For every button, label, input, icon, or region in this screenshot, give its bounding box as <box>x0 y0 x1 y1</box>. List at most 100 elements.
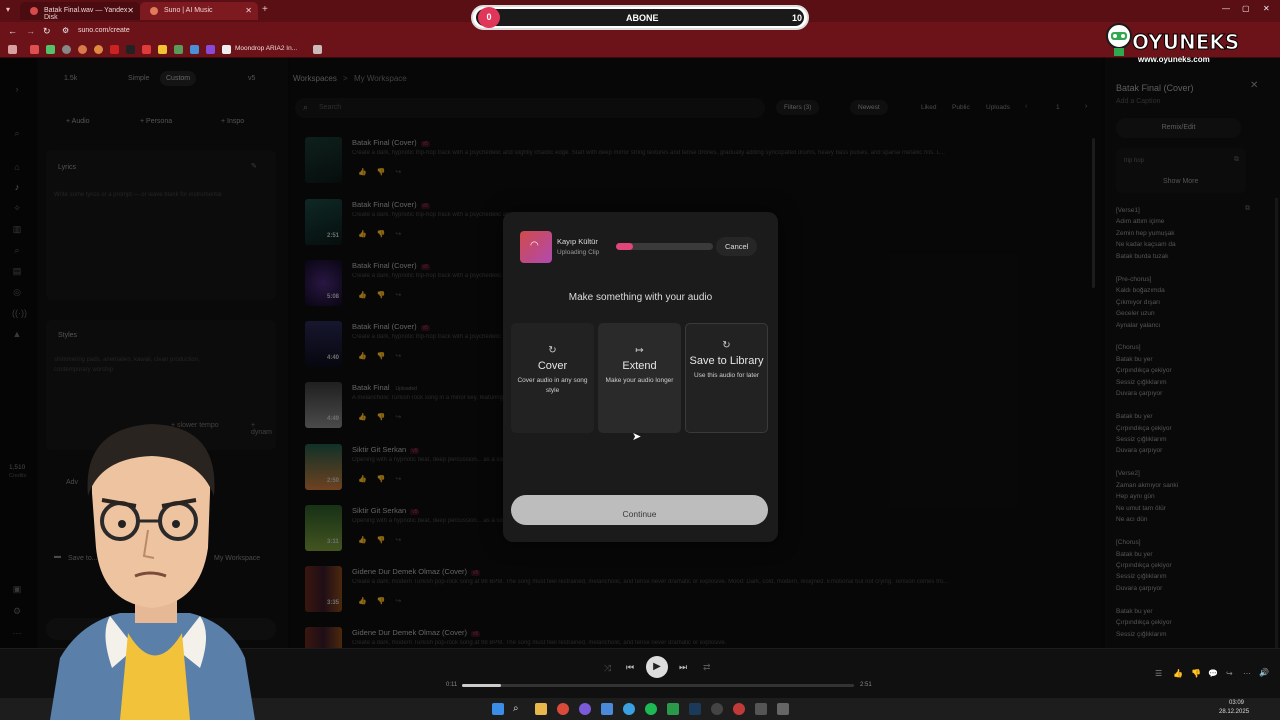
elapsed-time: 0:11 <box>446 682 458 688</box>
watermark-brand: OYUNEKS <box>1131 30 1240 55</box>
close-tab-icon[interactable]: ✕ <box>245 6 252 15</box>
watermark-site: www.oyuneks.com <box>1138 55 1210 64</box>
like-icon[interactable]: 👍 <box>1173 669 1183 678</box>
robot-logo-icon <box>1106 23 1132 56</box>
cancel-button[interactable]: Cancel <box>716 237 758 256</box>
option-description: Use this audio for later <box>693 372 760 379</box>
upload-progress-fill <box>616 243 634 250</box>
option-title: Cover <box>537 360 568 372</box>
telegram-icon[interactable] <box>623 703 635 715</box>
subscribe-banner: 0 ABONE 10 <box>471 5 809 30</box>
shuffle-icon[interactable]: ⤨ <box>604 663 611 674</box>
bookmark-icon[interactable] <box>142 45 151 54</box>
comment-icon[interactable]: 💬 <box>1208 669 1218 678</box>
bookmark-icon[interactable] <box>46 45 55 54</box>
bookmarks-bar: Moondrop ARIA2 In... <box>0 41 1280 58</box>
close-tab-icon[interactable]: ✕ <box>127 6 134 15</box>
banner-bar: 0 ABONE 10 <box>476 7 804 28</box>
app-icon[interactable] <box>777 703 789 715</box>
site-info-icon[interactable]: ⚙ <box>62 26 69 35</box>
more-options-icon[interactable]: ⋯ <box>1243 669 1251 678</box>
seek-fill <box>462 684 502 687</box>
app-icon[interactable] <box>733 703 745 715</box>
bookmark-icon[interactable] <box>190 45 199 54</box>
reload-icon[interactable]: ↻ <box>43 26 51 37</box>
share-icon[interactable]: ↪ <box>1226 669 1233 678</box>
extend-icon: ↦ <box>635 345 644 356</box>
option-description: Cover audio in any song style <box>517 377 588 394</box>
dislike-icon[interactable]: 👎 <box>1191 669 1201 678</box>
banner-left-badge: 0 <box>478 7 500 28</box>
continue-label: Continue <box>622 509 657 519</box>
banner-right-count: 10 <box>792 13 803 23</box>
bookmark-icon[interactable] <box>94 45 103 54</box>
forward-icon[interactable]: → <box>26 26 35 36</box>
app-icon[interactable] <box>579 703 591 715</box>
bookmark-icon[interactable] <box>206 45 215 54</box>
bookmark-icon[interactable] <box>30 45 39 54</box>
bookmark-icon[interactable] <box>78 45 87 54</box>
app-icon[interactable] <box>601 703 613 715</box>
play-button[interactable]: ▶ <box>646 656 668 678</box>
app-icon[interactable] <box>711 703 723 715</box>
tab-menu-icon[interactable]: ▾ <box>6 5 10 14</box>
upload-progress-track <box>616 243 713 250</box>
option-title: Extend <box>622 360 657 372</box>
option-description: Make your audio longer <box>605 377 674 384</box>
mouse-cursor-icon: ➤ <box>632 431 642 443</box>
seek-bar[interactable] <box>462 684 854 687</box>
queue-icon[interactable]: ☰ <box>1155 669 1162 678</box>
app-icon[interactable] <box>667 703 679 715</box>
repeat-icon[interactable]: ⇄ <box>703 662 711 673</box>
window-close-icon[interactable]: ✕ <box>1263 4 1270 13</box>
next-icon[interactable]: ⏭ <box>679 662 687 673</box>
tab-yandex-disk[interactable]: Batak Final.wav — Yandex Disk ✕ <box>20 2 140 21</box>
new-tab-button[interactable]: + <box>262 4 268 15</box>
clock-time: 03:09 <box>1229 700 1245 706</box>
bookmark-icon[interactable] <box>126 45 135 54</box>
loading-spinner-icon: ◠ <box>530 240 539 251</box>
continue-button[interactable]: Continue <box>511 495 768 525</box>
cover-icon: ↻ <box>548 345 557 356</box>
url-field[interactable]: suno.com/create <box>78 27 130 34</box>
bookmark-icon[interactable] <box>174 45 183 54</box>
upload-dialog: ◠ Kayıp Kültür Uploading Clip Cancel Mak… <box>503 212 778 542</box>
bookmark-moondrop[interactable]: Moondrop ARIA2 In... <box>235 45 297 52</box>
start-icon[interactable] <box>492 703 504 715</box>
file-explorer-icon[interactable] <box>535 703 547 715</box>
total-time: 2:51 <box>860 682 872 688</box>
tab-suno[interactable]: Suno | AI Music ✕ <box>140 2 258 20</box>
chrome-icon[interactable] <box>557 703 569 715</box>
option-extend[interactable]: ↦ Extend Make your audio longer <box>598 323 681 433</box>
bookmark-icon[interactable] <box>313 45 322 54</box>
banner-label: ABONE <box>626 13 659 23</box>
clip-artist: Kayıp Kültür <box>557 237 598 246</box>
bookmark-icon[interactable] <box>158 45 167 54</box>
option-title: Save to Library <box>689 355 764 367</box>
tab-label: Batak Final.wav — Yandex Disk <box>44 7 128 21</box>
apps-icon[interactable] <box>8 45 17 54</box>
maximize-icon[interactable]: ▢ <box>1242 4 1250 13</box>
streamer-avatar <box>50 424 255 720</box>
oyuneks-watermark: OYUNEKS www.oyuneks.com <box>1102 16 1242 68</box>
bookmark-icon[interactable] <box>222 45 231 54</box>
steam-icon[interactable] <box>689 703 701 715</box>
suno-icon <box>150 7 158 15</box>
option-cover[interactable]: ↻ Cover Cover audio in any song style <box>511 323 594 433</box>
app-icon[interactable] <box>755 703 767 715</box>
search-icon[interactable]: ⌕ <box>513 703 525 715</box>
modal-heading: Make something with your audio <box>568 292 713 303</box>
bookmark-icon[interactable] <box>110 45 119 54</box>
save-library-icon: ↻ <box>722 340 731 351</box>
clock-date: 28.12.2025 <box>1219 709 1250 715</box>
option-save-to-library[interactable]: ↻ Save to Library Use this audio for lat… <box>685 323 768 433</box>
clip-cover-art: ◠ <box>520 231 552 263</box>
yandex-disk-icon <box>30 7 38 15</box>
previous-icon[interactable]: ⏮ <box>626 662 634 673</box>
spotify-icon[interactable] <box>645 703 657 715</box>
bookmark-icon[interactable] <box>62 45 71 54</box>
volume-icon[interactable]: 🔊 <box>1259 668 1269 677</box>
minimize-icon[interactable]: — <box>1222 4 1230 13</box>
back-icon[interactable]: ← <box>8 26 17 36</box>
clip-status: Uploading Clip <box>557 249 600 256</box>
